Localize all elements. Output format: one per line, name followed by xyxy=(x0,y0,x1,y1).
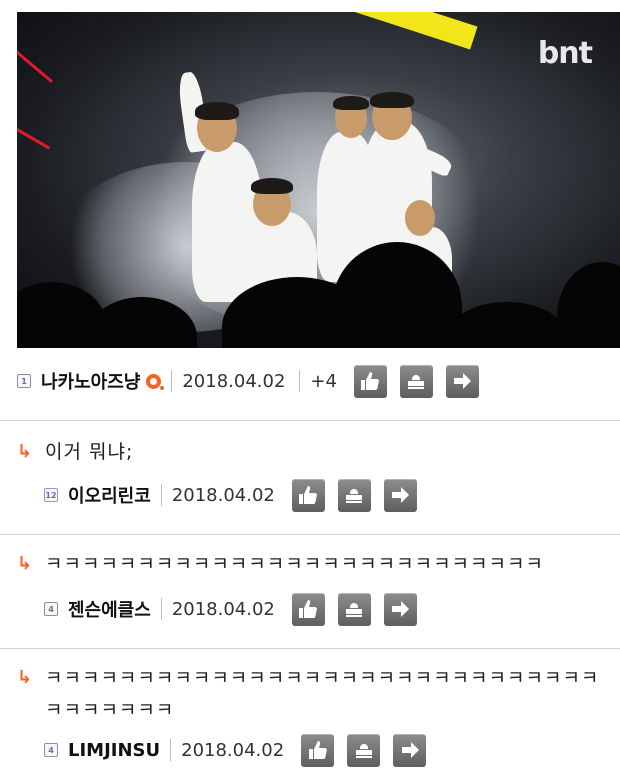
comment-meta: 12 이오리린코 2018.04.02 xyxy=(0,476,620,514)
crowd-silhouette xyxy=(557,262,620,348)
author-name[interactable]: 이오리린코 xyxy=(68,482,151,508)
thumbs-up-icon xyxy=(361,372,380,390)
like-button[interactable] xyxy=(353,364,387,398)
reply-arrow-icon: ↳ xyxy=(17,553,33,574)
arrow-right-icon xyxy=(454,373,472,389)
dancer-hair xyxy=(195,102,239,120)
scrap-button[interactable] xyxy=(399,364,433,398)
comment-date: 2018.04.02 xyxy=(181,739,285,761)
comment-date: 2018.04.02 xyxy=(171,484,275,506)
post-image[interactable]: bnt xyxy=(17,12,620,348)
dancer-hair xyxy=(370,92,414,108)
section-divider xyxy=(0,420,620,421)
comment-text: 이거 뭐냐; xyxy=(45,441,134,463)
share-button[interactable] xyxy=(393,733,427,767)
arrow-right-icon xyxy=(392,601,410,617)
comment-date: 2018.04.02 xyxy=(171,598,275,620)
post-meta: 1 나카노아즈냥 2018.04.02 +4 xyxy=(0,362,620,400)
thumbs-up-icon xyxy=(299,600,318,618)
level-badge: 1 xyxy=(17,374,31,388)
stamp-icon xyxy=(355,744,372,758)
scrap-button[interactable] xyxy=(347,733,381,767)
crowd-silhouette xyxy=(447,302,567,348)
broadcaster-logo: bnt xyxy=(537,36,593,71)
comment-text-row: ↳ ㅋㅋㅋㅋㅋㅋㅋㅋㅋㅋㅋㅋㅋㅋㅋㅋㅋㅋㅋㅋㅋㅋㅋㅋㅋㅋㅋ xyxy=(17,548,607,580)
thumbs-up-icon xyxy=(299,486,318,504)
section-divider xyxy=(0,534,620,535)
author-name[interactable]: 젠슨에클스 xyxy=(68,596,151,622)
scrap-button[interactable] xyxy=(337,478,371,512)
comment-meta: 4 젠슨에클스 2018.04.02 xyxy=(0,590,620,628)
post-date: 2018.04.02 xyxy=(182,370,286,392)
share-button[interactable] xyxy=(445,364,479,398)
level-badge: 4 xyxy=(44,602,58,616)
author-name[interactable]: LIMJINSU xyxy=(68,740,160,761)
dancer-hair xyxy=(251,178,293,194)
comment-text-row: ↳ ㅋㅋㅋㅋㅋㅋㅋㅋㅋㅋㅋㅋㅋㅋㅋㅋㅋㅋㅋㅋㅋㅋㅋㅋㅋㅋㅋㅋㅋㅋㅋㅋㅋㅋㅋㅋㅋ xyxy=(17,662,607,726)
arrow-right-icon xyxy=(401,742,419,758)
stage-light-red xyxy=(17,42,53,83)
orange-o-badge-icon xyxy=(146,373,165,390)
dancer-head xyxy=(405,200,435,236)
divider-bar xyxy=(171,370,173,392)
comment-meta: 4 LIMJINSU 2018.04.02 xyxy=(0,731,620,769)
divider-bar xyxy=(160,484,162,506)
stage-light-yellow xyxy=(346,12,478,50)
stamp-icon xyxy=(346,603,363,617)
stage-light-red xyxy=(17,122,51,150)
divider-bar xyxy=(170,739,172,761)
reply-arrow-icon: ↳ xyxy=(17,441,33,462)
divider-bar xyxy=(160,598,162,620)
like-button[interactable] xyxy=(301,733,335,767)
arrow-right-icon xyxy=(392,487,410,503)
reply-arrow-icon: ↳ xyxy=(17,667,33,688)
stamp-icon xyxy=(408,375,425,389)
author-name[interactable]: 나카노아즈냥 xyxy=(41,368,140,394)
scrap-button[interactable] xyxy=(337,592,371,626)
share-button[interactable] xyxy=(383,592,417,626)
level-badge: 4 xyxy=(44,743,58,757)
comment-text: ㅋㅋㅋㅋㅋㅋㅋㅋㅋㅋㅋㅋㅋㅋㅋㅋㅋㅋㅋㅋㅋㅋㅋㅋㅋㅋㅋㅋㅋㅋㅋㅋㅋㅋㅋㅋㅋ xyxy=(45,667,600,721)
share-button[interactable] xyxy=(383,478,417,512)
section-divider xyxy=(0,648,620,649)
dancer-hair xyxy=(333,96,369,110)
plus-count: +4 xyxy=(310,370,337,392)
thumbs-up-icon xyxy=(308,741,327,759)
divider-bar xyxy=(299,370,301,392)
comment-text: ㅋㅋㅋㅋㅋㅋㅋㅋㅋㅋㅋㅋㅋㅋㅋㅋㅋㅋㅋㅋㅋㅋㅋㅋㅋㅋㅋ xyxy=(45,553,544,575)
like-button[interactable] xyxy=(291,592,325,626)
like-button[interactable] xyxy=(291,478,325,512)
level-badge: 12 xyxy=(44,488,58,502)
comment-text-row: ↳ 이거 뭐냐; xyxy=(17,436,607,468)
stamp-icon xyxy=(346,489,363,503)
